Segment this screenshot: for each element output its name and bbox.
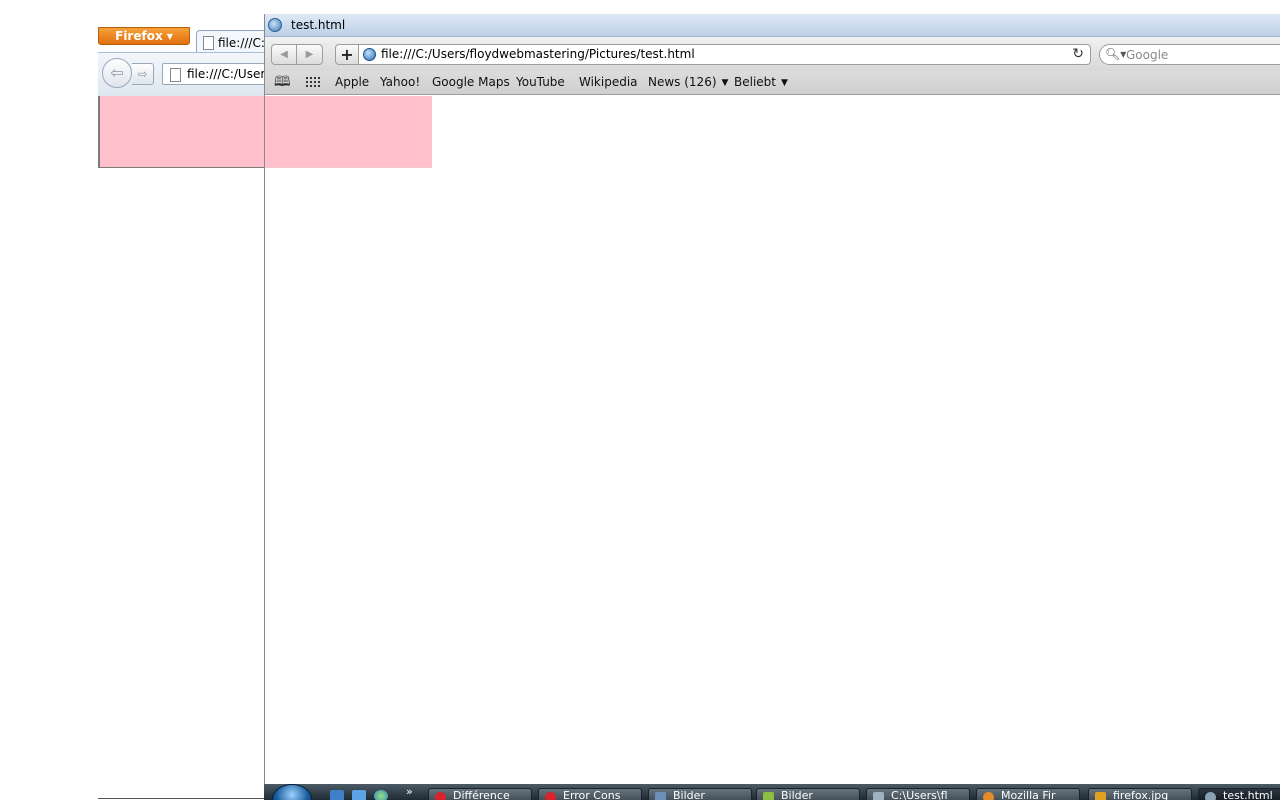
opera-icon (545, 792, 556, 800)
bookmark-news-label: News (126) (648, 75, 717, 89)
bookmark-yahoo[interactable]: Yahoo! (380, 75, 420, 90)
bookmark-beliebt-label: Beliebt (734, 75, 776, 89)
search-field[interactable]: 🔍︎▾ (1099, 44, 1280, 65)
address-input[interactable] (381, 45, 1061, 64)
folder-icon (873, 792, 884, 800)
windows-taskbar: » Différence Error Cons Bilder Bilder C:… (264, 784, 1280, 800)
firefox-menu-button[interactable]: Firefox ▼ (98, 27, 190, 45)
page-icon (170, 68, 181, 82)
background-tab-title: file:///C: (218, 36, 265, 50)
forward-arrow-icon: ▶ (305, 49, 314, 60)
bookmark-news-folder[interactable]: News (126) ▼ (648, 75, 728, 91)
bookmark-wikipedia[interactable]: Wikipedia (579, 75, 638, 90)
add-bookmark-button[interactable]: + (335, 44, 359, 65)
background-firefox-window: Firefox ▼ file:///C: ⇦ ⇨ file:///C:/Users (98, 24, 282, 804)
search-icon[interactable]: 🔍︎▾ (1105, 46, 1126, 63)
bookmark-youtube[interactable]: YouTube (516, 75, 565, 90)
plus-icon: + (340, 45, 354, 64)
taskbar-item-label: Error Cons (563, 789, 621, 800)
windows-start-orb-icon[interactable] (272, 784, 312, 800)
pink-box (265, 96, 432, 168)
background-address-text: file:///C:/Users (187, 67, 272, 81)
photo-icon (763, 792, 774, 800)
taskbar-item-active[interactable]: test.html (1198, 788, 1280, 800)
show-desktop-icon[interactable] (330, 790, 344, 800)
top-sites-grid-icon[interactable] (305, 76, 320, 89)
taskbar-item[interactable]: Error Cons (538, 788, 642, 800)
taskbar-item-label: Différence (453, 789, 510, 800)
background-nav-bar: ⇦ ⇨ file:///C:/Users (98, 52, 282, 97)
bookmarks-book-icon[interactable]: 🕮 (274, 74, 291, 90)
toolbar: ◀ ▶ + ↻ 🔍︎▾ (265, 37, 1280, 71)
taskbar-item[interactable]: Mozilla Fir (976, 788, 1080, 800)
taskbar-item[interactable]: C:\Users\fl (866, 788, 970, 800)
taskbar-item-label: Bilder (781, 789, 813, 800)
back-arrow-icon: ◀ (280, 49, 288, 60)
bookmarks-bar: 🕮 Apple Yahoo! Google Maps YouTube Wikip… (265, 71, 1280, 95)
chevron-down-icon: ▼ (781, 78, 788, 88)
background-pink-box (98, 96, 265, 168)
back-button[interactable]: ⇦ (102, 58, 132, 88)
address-bar[interactable]: ↻ (359, 44, 1091, 65)
firefox-icon (983, 792, 994, 800)
chevron-down-icon: ▼ (166, 32, 173, 41)
taskbar-item-label: C:\Users\fl (891, 789, 948, 800)
page-content (265, 95, 1280, 785)
image-file-icon (1095, 792, 1106, 800)
browser-quick-launch-icon[interactable] (374, 790, 388, 800)
search-input[interactable] (1126, 45, 1276, 64)
taskbar-item-label: Bilder (673, 789, 705, 800)
globe-icon (363, 48, 376, 61)
browser-app-icon[interactable] (268, 18, 282, 32)
taskbar-item-label: Mozilla Fir (1001, 789, 1056, 800)
switch-windows-icon[interactable] (352, 790, 366, 800)
window-title: test.html (291, 18, 346, 32)
taskbar-item[interactable]: firefox.jpg (1088, 788, 1192, 800)
forward-button[interactable]: ⇨ (132, 63, 154, 85)
page-icon (203, 36, 214, 50)
opera-icon (435, 792, 446, 800)
forward-button[interactable]: ▶ (297, 44, 323, 65)
bookmark-apple[interactable]: Apple (335, 75, 369, 90)
bookmark-beliebt-folder[interactable]: Beliebt ▼ (734, 75, 788, 91)
firefox-menu-label: Firefox (115, 29, 163, 43)
taskbar-item-label: test.html (1223, 789, 1273, 800)
bookmark-google-maps[interactable]: Google Maps (432, 75, 510, 90)
background-window-edge (98, 798, 278, 799)
quick-launch-overflow-icon[interactable]: » (406, 786, 413, 798)
forward-arrow-icon: ⇨ (137, 67, 148, 81)
image-viewer-icon (655, 792, 666, 800)
chevron-down-icon: ▼ (721, 78, 729, 88)
reload-icon[interactable]: ↻ (1072, 46, 1084, 63)
foreground-browser-window: test.html ◀ ▶ + ↻ 🔍︎▾ 🕮 Apple Yahoo! Goo… (264, 14, 1280, 800)
back-button[interactable]: ◀ (271, 44, 297, 65)
browser-icon (1205, 792, 1216, 800)
taskbar-item[interactable]: Différence (428, 788, 532, 800)
taskbar-item[interactable]: Bilder (756, 788, 860, 800)
taskbar-item-label: firefox.jpg (1113, 789, 1169, 800)
title-bar[interactable]: test.html (265, 14, 1280, 37)
back-arrow-icon: ⇦ (110, 63, 124, 82)
taskbar-item[interactable]: Bilder (648, 788, 752, 800)
